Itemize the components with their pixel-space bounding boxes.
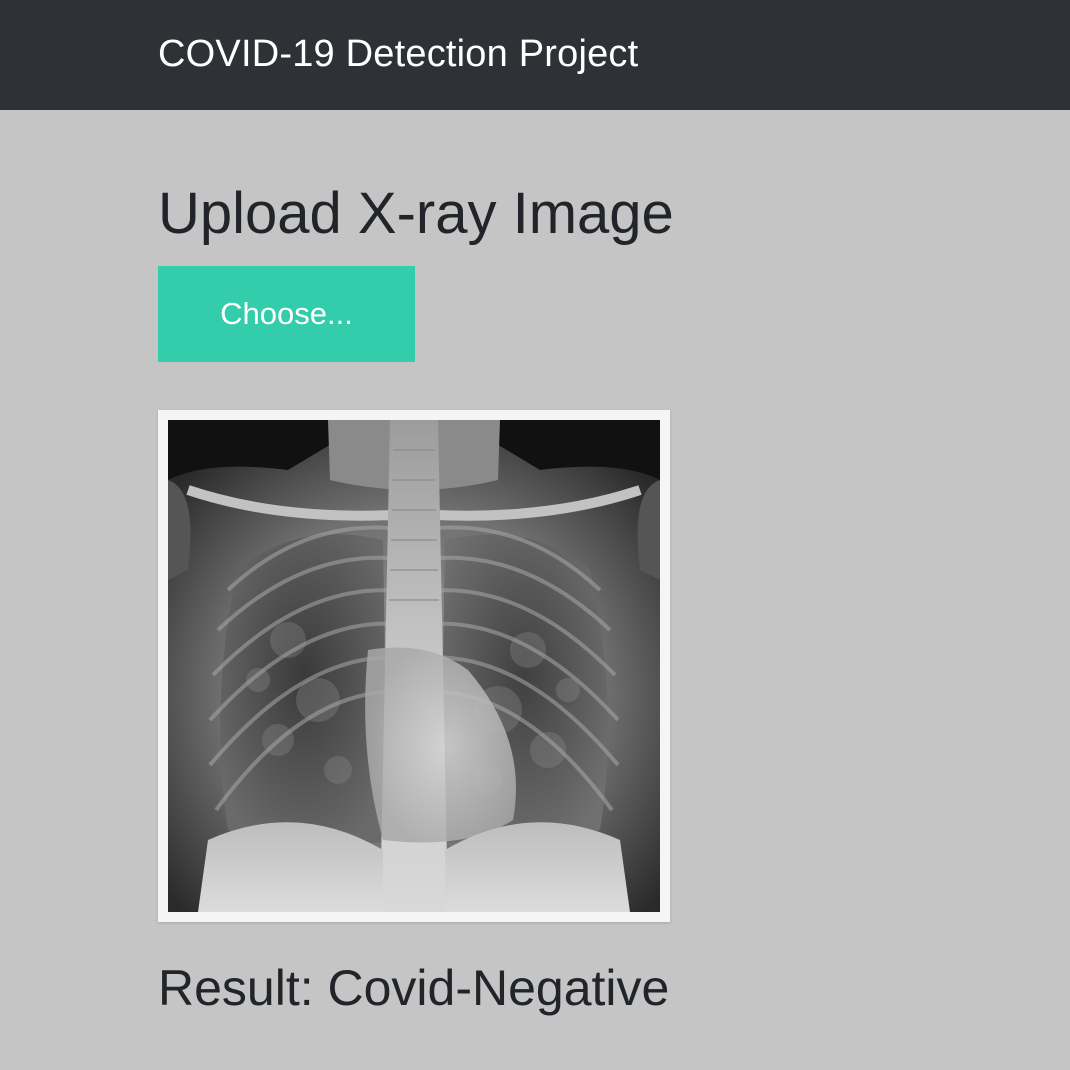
choose-file-button[interactable]: Choose...: [158, 266, 415, 362]
top-navbar: COVID-19 Detection Project: [0, 0, 1070, 110]
result-label: Result:: [158, 960, 328, 1016]
result-value: Covid-Negative: [327, 960, 670, 1016]
xray-image-frame: [158, 410, 670, 922]
page-title: Upload X-ray Image: [158, 181, 674, 246]
navbar-brand[interactable]: COVID-19 Detection Project: [158, 30, 638, 78]
chest-xray-image: [168, 420, 660, 912]
result-text: Result: Covid-Negative: [158, 953, 669, 1023]
